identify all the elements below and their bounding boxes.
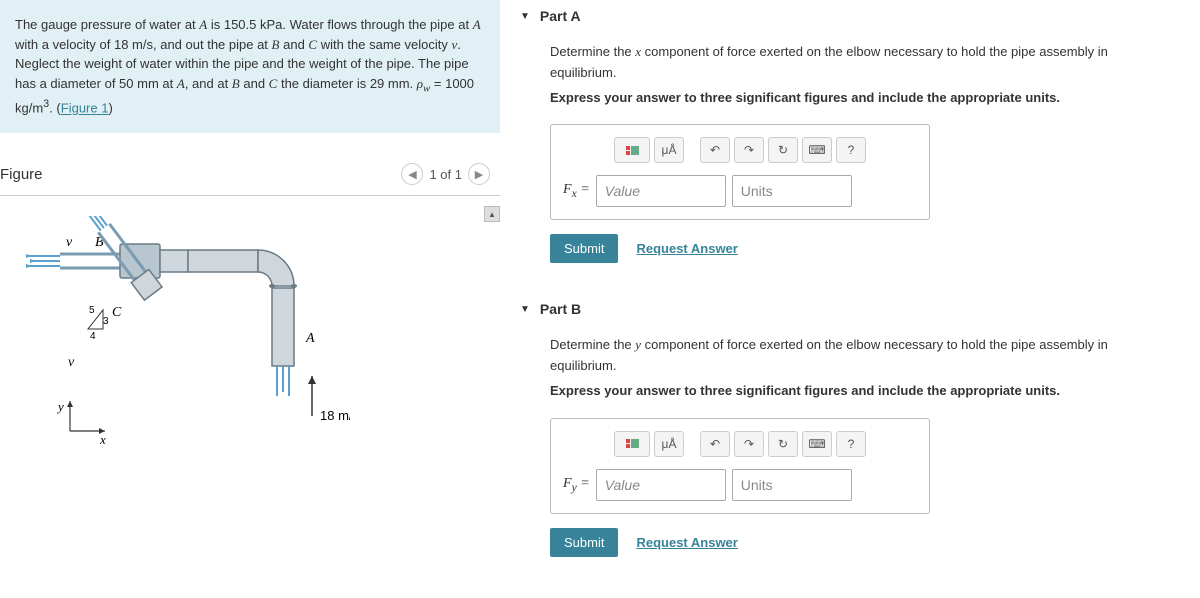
figure-section: Figure ◀ 1 of 1 ▶ ▲ v B	[0, 163, 500, 476]
part-a-request-answer-link[interactable]: Request Answer	[636, 241, 737, 256]
part-a-section: ▼ Part A Determine the x component of fo…	[520, 0, 1180, 273]
part-a-units-input[interactable]: Units	[732, 175, 852, 207]
redo-button[interactable]: ↷	[734, 431, 764, 457]
part-b-label: Fy =	[563, 476, 590, 494]
reset-button[interactable]: ↻	[768, 137, 798, 163]
figure-next-button[interactable]: ▶	[468, 163, 490, 185]
undo-button[interactable]: ↶	[700, 137, 730, 163]
special-chars-button[interactable]: μÅ	[654, 431, 684, 457]
svg-text:x: x	[99, 432, 106, 447]
part-b-answer-box: μÅ ↶ ↷ ↻ ⌨ ? Fy = Value Units	[550, 418, 930, 514]
svg-text:4: 4	[90, 331, 96, 342]
part-b-section: ▼ Part B Determine the y component of fo…	[520, 293, 1180, 566]
part-b-instruction: Determine the y component of force exert…	[550, 335, 1170, 377]
svg-text:C: C	[112, 305, 122, 320]
figure-prev-button[interactable]: ◀	[401, 163, 423, 185]
redo-button[interactable]: ↷	[734, 137, 764, 163]
part-a-answer-box: μÅ ↶ ↷ ↻ ⌨ ? Fx = Value Units	[550, 124, 930, 220]
part-a-value-input[interactable]: Value	[596, 175, 726, 207]
part-a-header[interactable]: ▼ Part A	[520, 0, 1180, 32]
part-b-header[interactable]: ▼ Part B	[520, 293, 1180, 325]
svg-text:v: v	[66, 235, 73, 250]
help-button[interactable]: ?	[836, 431, 866, 457]
reset-button[interactable]: ↻	[768, 431, 798, 457]
help-button[interactable]: ?	[836, 137, 866, 163]
part-b-units-input[interactable]: Units	[732, 469, 852, 501]
svg-text:18 m/s: 18 m/s	[320, 408, 350, 423]
part-b-instruction-bold: Express your answer to three significant…	[550, 381, 1170, 402]
svg-text:y: y	[56, 399, 64, 414]
undo-button[interactable]: ↶	[700, 431, 730, 457]
part-b-request-answer-link[interactable]: Request Answer	[636, 535, 737, 550]
svg-text:5: 5	[89, 305, 95, 316]
template-button[interactable]	[614, 137, 650, 163]
special-chars-button[interactable]: μÅ	[654, 137, 684, 163]
part-a-submit-button[interactable]: Submit	[550, 234, 618, 263]
svg-text:v: v	[68, 355, 75, 370]
svg-text:A: A	[305, 331, 315, 346]
problem-statement: The gauge pressure of water at A is 150.…	[0, 0, 500, 133]
keyboard-button[interactable]: ⌨	[802, 137, 832, 163]
part-a-label: Fx =	[563, 182, 590, 200]
caret-down-icon: ▼	[520, 11, 530, 22]
svg-text:3: 3	[103, 316, 109, 327]
part-a-instruction-bold: Express your answer to three significant…	[550, 88, 1170, 109]
part-b-submit-button[interactable]: Submit	[550, 528, 618, 557]
keyboard-button[interactable]: ⌨	[802, 431, 832, 457]
figure-link[interactable]: Figure 1	[61, 101, 109, 116]
figure-counter: 1 of 1	[429, 167, 462, 182]
part-a-instruction: Determine the x component of force exert…	[550, 42, 1170, 84]
figure-title: Figure	[0, 166, 43, 183]
scroll-up-icon[interactable]: ▲	[484, 206, 500, 222]
template-button[interactable]	[614, 431, 650, 457]
part-b-value-input[interactable]: Value	[596, 469, 726, 501]
pipe-diagram: v B C v 5 3 4	[10, 216, 350, 456]
caret-down-icon: ▼	[520, 304, 530, 315]
